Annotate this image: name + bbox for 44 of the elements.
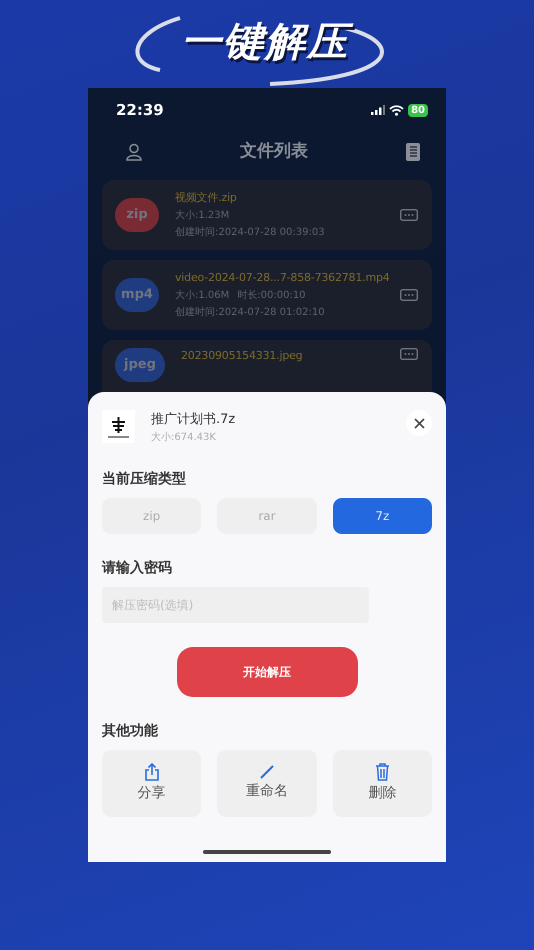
action-tile[interactable]: 重命名 [217,750,317,816]
close-icon [414,418,424,428]
compression-type-option[interactable]: 7z [332,498,432,534]
more-icon[interactable] [400,209,418,221]
file-size: 大小:674.43K [151,430,217,444]
action-tile[interactable]: 分享 [102,750,202,816]
battery-level: 80 [408,104,428,116]
start-extract-button[interactable]: 开始解压 [176,646,358,696]
pencil-icon [260,764,274,778]
share-icon [144,762,160,780]
file-card[interactable]: zip 视频文件.zip 大小:1.23M 创建时间:2024-07-28 00:39:03 [102,180,432,250]
action-label: 删除 [368,784,396,802]
file-name: 推广计划书.7z [151,411,236,429]
user-icon[interactable] [126,143,142,161]
file-created-time: 创建时间:2024-07-28 00:39:03 [175,226,326,240]
more-icon[interactable] [400,348,418,360]
file-name: 视频文件.zip [175,190,238,206]
file-name: 20230905154331.jpeg [181,348,304,364]
banner-title: 一键解压 [175,16,359,72]
file-duration: 时长:00:00:10 [237,288,306,304]
action-tile[interactable]: 删除 [332,750,432,816]
section-label: 其他功能 [102,722,159,740]
trash-icon [374,762,390,780]
section-label: 请输入密码 [102,558,173,578]
close-button[interactable] [406,410,432,436]
section-label: 当前压缩类型 [102,470,187,488]
file-card[interactable]: mp4 video-2024-07-28...7-858-7362781.mp4 大小:1.06M 时长:00:00:10 创建时间:2024-07-28 01:02:10 [102,260,432,330]
file-type-badge: jpeg [115,348,165,382]
file-size: 大小:1.23M [175,208,230,224]
file-thumbnail-drawing [102,410,135,443]
notebook-icon[interactable] [406,143,420,161]
page-title: 文件列表 [240,140,308,164]
signal-icon [371,105,386,115]
file-size: 大小:1.06M [175,288,230,304]
file-type-badge: mp4 [115,278,159,312]
wifi-icon [389,104,404,116]
file-name: video-2024-07-28...7-858-7362781.mp4 [175,270,391,286]
action-label: 分享 [138,784,166,802]
file-card[interactable]: jpeg 20230905154331.jpeg [102,340,432,392]
status-time: 22:39 [116,100,164,121]
file-type-badge: zip [115,198,159,232]
more-icon[interactable] [400,289,418,301]
file-created-time: 创建时间:2024-07-28 01:02:10 [175,306,326,320]
action-label: 重命名 [246,782,288,800]
